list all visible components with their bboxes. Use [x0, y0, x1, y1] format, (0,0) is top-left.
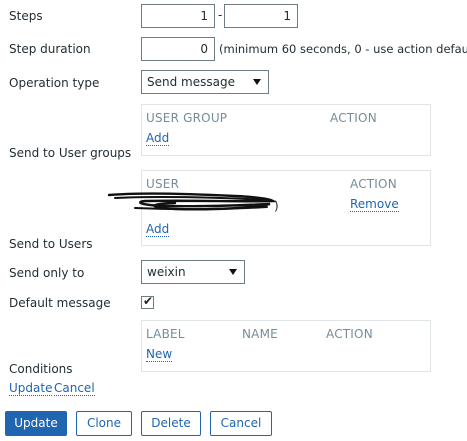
steps-separator: -	[218, 8, 223, 22]
default-message-label: Default message	[9, 296, 111, 310]
new-condition-link[interactable]: New	[146, 348, 173, 362]
column-header-user-group: USER GROUP	[146, 111, 228, 125]
default-message-checkbox[interactable]: ✔	[141, 294, 154, 309]
send-to-user-groups-label: Send to User groups	[9, 146, 132, 160]
column-header-user: USER	[146, 177, 180, 191]
steps-from-input[interactable]: 1	[141, 4, 215, 28]
column-header-action: ACTION	[330, 111, 377, 125]
column-header-name: NAME	[242, 327, 278, 341]
step-duration-hint: (minimum 60 seconds, 0 - use action defa…	[219, 42, 467, 56]
step-duration-input[interactable]: 0	[141, 37, 215, 61]
conditions-table: LABEL NAME ACTION New	[141, 320, 431, 372]
steps-label: Steps	[9, 9, 43, 23]
send-to-users-label: Send to Users	[9, 237, 93, 251]
delete-button[interactable]: Delete	[141, 411, 201, 436]
send-only-to-value: weixin	[147, 265, 186, 279]
cancel-button[interactable]: Cancel	[210, 411, 272, 436]
add-user-group-link[interactable]: Add	[146, 132, 170, 146]
inline-update-link[interactable]: Update	[9, 382, 53, 396]
operation-type-label: Operation type	[9, 76, 100, 90]
inline-cancel-link[interactable]: Cancel	[54, 382, 95, 396]
triangle-down-icon	[229, 269, 237, 275]
update-button[interactable]: Update	[5, 411, 67, 436]
operation-type-value: Send message	[147, 75, 235, 89]
user-groups-table: USER GROUP ACTION Add	[141, 104, 431, 156]
column-header-action: ACTION	[326, 327, 373, 341]
clone-button[interactable]: Clone	[76, 411, 132, 436]
conditions-label: Conditions	[9, 362, 73, 376]
step-duration-label: Step duration	[9, 42, 91, 56]
steps-to-input[interactable]: 1	[224, 4, 298, 28]
add-user-link[interactable]: Add	[146, 223, 170, 237]
redaction-scribble	[107, 192, 277, 211]
send-only-to-label: Send only to	[9, 266, 85, 280]
operation-type-select[interactable]: Send message	[141, 70, 269, 94]
column-header-action: ACTION	[350, 177, 397, 191]
checkmark-icon: ✔	[143, 294, 154, 308]
column-header-label: LABEL	[146, 327, 185, 341]
remove-user-link[interactable]: Remove	[350, 198, 399, 212]
send-only-to-select[interactable]: weixin	[141, 260, 245, 284]
triangle-down-icon	[253, 79, 261, 85]
